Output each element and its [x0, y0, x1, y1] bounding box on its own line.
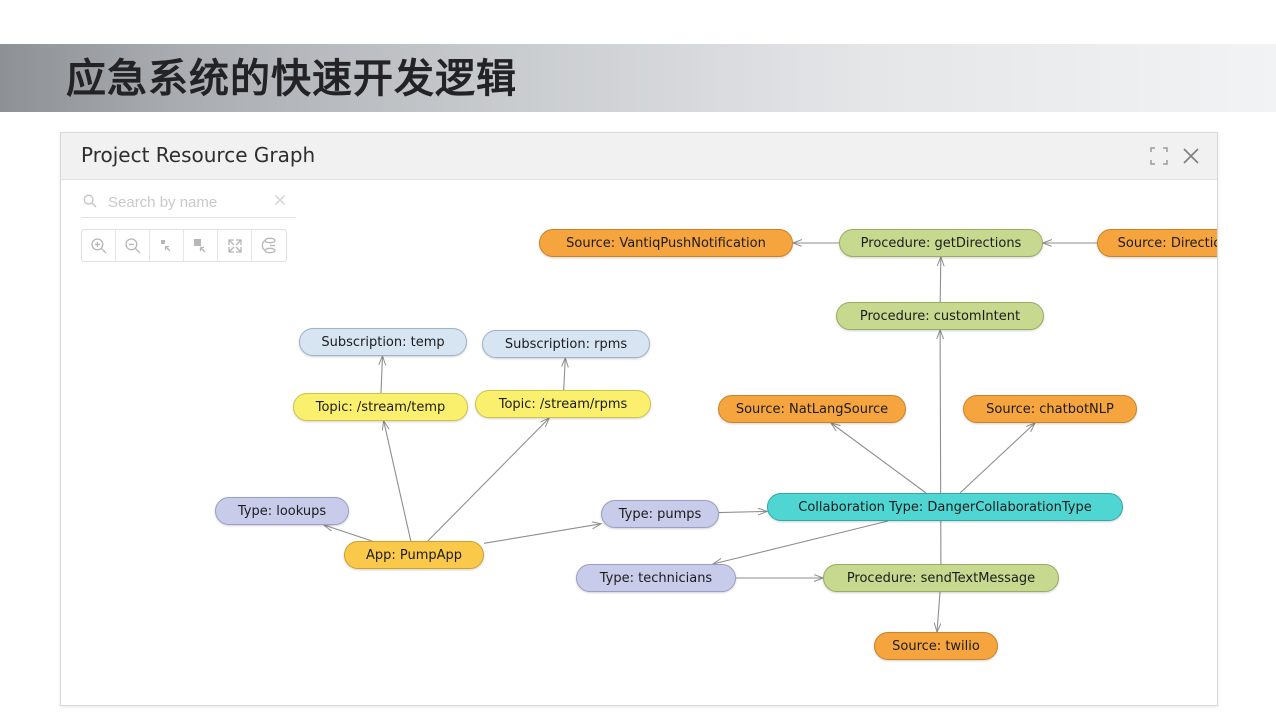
graph-edge: [718, 511, 767, 512]
graph-node-label: Topic: /stream/rpms: [498, 396, 628, 412]
graph-node-danger[interactable]: Collaboration Type: DangerCollaborationT…: [767, 493, 1123, 521]
graph-node-label: Topic: /stream/temp: [315, 399, 446, 415]
graph-edge: [564, 358, 566, 391]
graph-node-label: Source: VantiqPushNotification: [566, 235, 766, 251]
graph-edge: [713, 520, 889, 564]
graph-node-lookups[interactable]: Type: lookups: [215, 497, 349, 525]
graph-edge: [324, 525, 373, 542]
graph-node-chatbotNLP[interactable]: Source: chatbotNLP: [963, 395, 1137, 423]
project-resource-graph-panel: Project Resource Graph Search by name So…: [60, 132, 1218, 706]
graph-node-pumps[interactable]: Type: pumps: [601, 500, 719, 528]
graph-node-getDirections[interactable]: Procedure: getDirections: [839, 229, 1043, 257]
graph-node-label: Source: twilio: [892, 638, 980, 654]
graph-edge: [940, 330, 941, 565]
graph-canvas[interactable]: Source: VantiqPushNotification Procedure:…: [61, 180, 1217, 705]
graph-edge: [483, 524, 601, 544]
expand-icon[interactable]: [1147, 144, 1171, 168]
graph-node-label: Subscription: rpms: [504, 336, 628, 352]
graph-node-natLang[interactable]: Source: NatLangSource: [718, 395, 906, 423]
graph-node-label: Source: NatLangSource: [735, 401, 889, 417]
graph-node-subRpms[interactable]: Subscription: rpms: [482, 330, 650, 358]
graph-node-label: Procedure: customIntent: [859, 308, 1021, 324]
graph-node-sendText[interactable]: Procedure: sendTextMessage: [823, 564, 1059, 592]
graph-edge: [959, 423, 1035, 494]
graph-edge: [831, 423, 927, 494]
graph-node-label: Collaboration Type: DangerCollaborationT…: [798, 499, 1092, 515]
graph-node-directions[interactable]: Source: Directions: [1097, 229, 1217, 257]
graph-node-technicians[interactable]: Type: technicians: [576, 564, 736, 592]
graph-edge: [384, 421, 412, 542]
graph-edge: [940, 257, 941, 303]
graph-node-topicRpms[interactable]: Topic: /stream/rpms: [475, 390, 651, 418]
graph-node-pumpApp[interactable]: App: PumpApp: [344, 541, 484, 569]
graph-node-customIntent[interactable]: Procedure: customIntent: [836, 302, 1044, 330]
slide-title: 应急系统的快速开发逻辑: [66, 56, 517, 102]
graph-node-label: Subscription: temp: [321, 334, 445, 350]
graph-node-label: Type: technicians: [599, 570, 713, 586]
graph-node-label: Procedure: getDirections: [860, 235, 1022, 251]
panel-header: Project Resource Graph: [61, 133, 1217, 180]
graph-node-label: App: PumpApp: [365, 547, 463, 563]
graph-node-subTemp[interactable]: Subscription: temp: [299, 328, 467, 356]
graph-node-label: Procedure: sendTextMessage: [846, 570, 1036, 586]
graph-node-topicTemp[interactable]: Topic: /stream/temp: [293, 393, 468, 421]
graph-node-label: Source: Directions: [1117, 235, 1217, 251]
graph-node-twilio[interactable]: Source: twilio: [874, 632, 998, 660]
panel-title: Project Resource Graph: [81, 143, 316, 167]
graph-edge: [427, 418, 549, 542]
graph-node-label: Type: pumps: [618, 506, 702, 522]
close-icon[interactable]: [1179, 144, 1203, 168]
graph-edge: [381, 356, 383, 394]
graph-edge: [937, 591, 940, 632]
graph-node-label: Type: lookups: [237, 503, 327, 519]
graph-node-vantiqPush[interactable]: Source: VantiqPushNotification: [539, 229, 793, 257]
graph-edges: [61, 180, 1097, 705]
graph-node-label: Source: chatbotNLP: [986, 401, 1114, 417]
